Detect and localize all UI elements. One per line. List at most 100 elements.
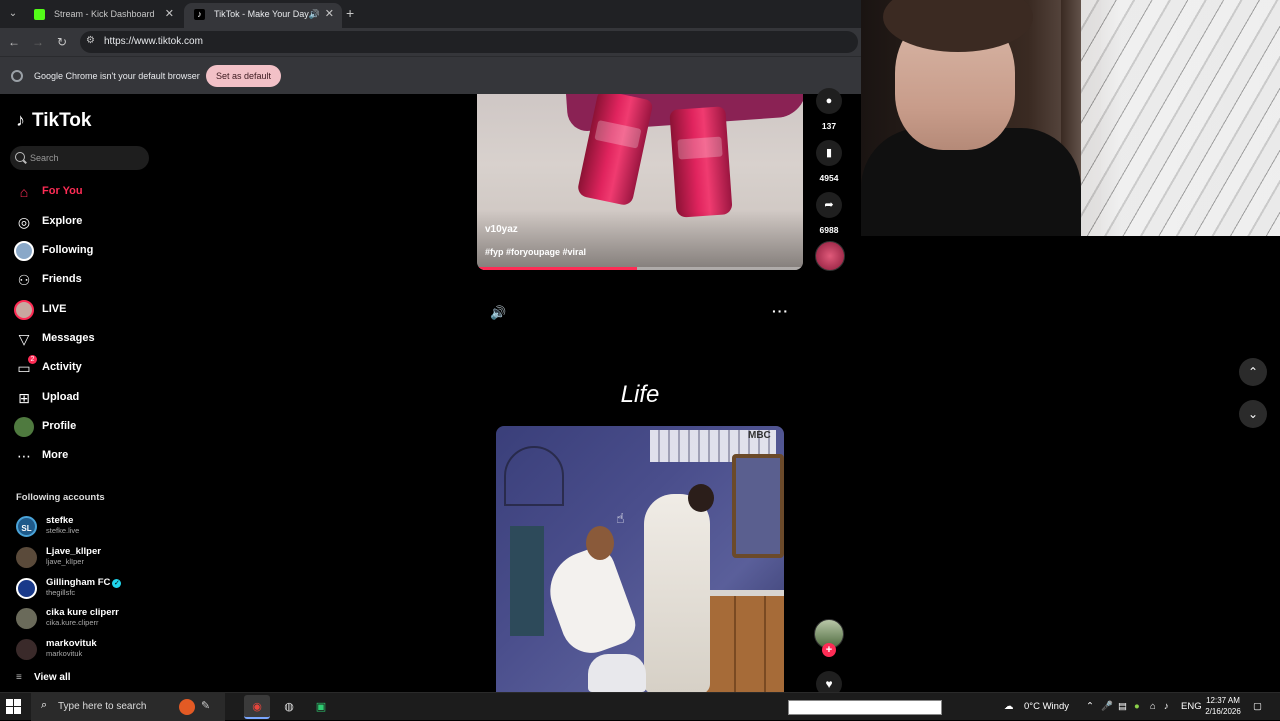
search-highlight-icon <box>179 699 195 715</box>
search-input[interactable] <box>28 150 143 166</box>
close-tab-icon[interactable]: ✕ <box>325 3 334 25</box>
share-arrow-icon: ➦ <box>824 199 834 211</box>
account-handle: markovituk <box>46 649 83 658</box>
taskbar-clock[interactable]: 12:37 AM 2/16/2026 <box>1200 695 1246 717</box>
nav-following[interactable]: Following <box>14 239 214 263</box>
nav-more[interactable]: ⋯ More <box>14 444 214 468</box>
kick-favicon-icon <box>34 9 45 20</box>
nav-for-you[interactable]: ⌂ For You <box>14 180 214 204</box>
following-avatar-icon <box>14 241 34 261</box>
nav-friends[interactable]: ⚇ Friends <box>14 268 214 292</box>
nav-label: Upload <box>42 391 80 403</box>
taskbar-app-green[interactable]: ▣ <box>308 695 334 719</box>
video-description[interactable]: #fyp #foryoupage #viral <box>485 247 586 257</box>
taskbar-obs[interactable]: ◍ <box>276 695 302 719</box>
chevron-up-icon: ⌃ <box>1247 365 1259 379</box>
tab-title: Stream - Kick Dashboard <box>54 9 155 19</box>
video-overlay <box>477 210 803 270</box>
windows-start-icon[interactable] <box>6 699 22 715</box>
taskbar-chrome[interactable]: ◉ <box>244 695 270 719</box>
video-person-man <box>644 494 710 692</box>
infobar-message: Google Chrome isn't your default browser <box>34 71 200 81</box>
nav-label: Messages <box>42 332 95 344</box>
tab-search-icon[interactable]: ⌄ <box>4 6 22 22</box>
video-player-1[interactable]: v10yaz #fyp #foryoupage #viral <box>477 94 803 270</box>
taskbar-search-box[interactable]: ⌕ Type here to search ✎ <box>31 693 225 721</box>
more-options-icon[interactable]: ··· <box>772 303 789 319</box>
video-player-2[interactable]: MBC <box>496 426 784 692</box>
avatar <box>16 608 37 629</box>
tab-kick-dashboard[interactable]: Stream - Kick Dashboard ✕ <box>24 3 182 28</box>
comment-icon: ● <box>825 95 833 107</box>
url-text[interactable]: https://www.tiktok.com <box>104 36 203 47</box>
tiktok-logo[interactable]: ♪ TikTok <box>16 110 91 134</box>
obs-icon: ◍ <box>284 701 294 713</box>
notifications-icon[interactable]: ▢ <box>1253 701 1262 712</box>
back-icon[interactable]: ← <box>6 34 22 50</box>
close-tab-icon[interactable]: ✕ <box>165 3 174 25</box>
nav-upload[interactable]: ⊞ Upload <box>14 386 214 410</box>
verified-badge-icon: ✓ <box>112 579 122 588</box>
nav-live[interactable]: LIVE <box>14 298 214 322</box>
nav-activity[interactable]: ▭ 2 Activity <box>14 355 214 380</box>
reload-icon[interactable]: ↻ <box>54 34 70 50</box>
share-button[interactable]: ➦ <box>816 192 842 218</box>
tray-chevron-icon[interactable]: ⌃ <box>1086 701 1094 712</box>
nav-label: For You <box>42 185 83 197</box>
taskbar-text-field[interactable] <box>788 700 942 715</box>
next-video-button[interactable]: ⌄ <box>1239 400 1267 428</box>
nav-label: LIVE <box>42 303 67 315</box>
volume-tray-icon[interactable]: ♪ <box>1164 701 1169 712</box>
heart-icon: ♥ <box>825 677 833 691</box>
account-markovituk[interactable]: markovituk markovituk <box>16 638 216 664</box>
tab-audio-icon[interactable]: 🔊 <box>309 3 320 25</box>
tab-title: TikTok - Make Your Day <box>214 9 309 19</box>
account-gillingham-fc[interactable]: Gillingham FC ✓ thegillsfc <box>16 577 216 603</box>
previous-video-button[interactable]: ⌃ <box>1239 358 1267 386</box>
tiktok-favicon-icon: ♪ <box>194 9 205 20</box>
volume-icon[interactable]: 🔊 <box>490 305 506 321</box>
tray-app-icon[interactable]: ▤ <box>1118 701 1127 712</box>
comment-count: 137 <box>821 121 837 131</box>
video-author[interactable]: v10yaz <box>485 224 518 235</box>
account-ljave-klipper[interactable]: Ljave_klIper ljave_klIper <box>16 546 216 572</box>
app-green-icon: ▣ <box>315 701 327 713</box>
weather-icon[interactable]: ☁ <box>1004 701 1014 712</box>
view-all-link[interactable]: ≡ View all <box>16 672 71 683</box>
network-icon[interactable]: ⌂ <box>1150 701 1156 712</box>
video-progress-bar[interactable] <box>477 267 803 270</box>
save-button[interactable]: ▮ <box>816 140 842 166</box>
tab-tiktok[interactable]: ♪ TikTok - Make Your Day 🔊 ✕ <box>184 3 342 28</box>
chrome-icon: ◉ <box>252 701 262 713</box>
chrome-icon <box>11 70 23 82</box>
nav-profile[interactable]: Profile <box>14 415 214 439</box>
search-box[interactable] <box>10 146 149 170</box>
account-stefke[interactable]: SL stefke stefke.live <box>16 515 216 541</box>
address-bar[interactable]: ⚙ https://www.tiktok.com <box>80 31 858 53</box>
nav-explore[interactable]: ◎ Explore <box>14 210 214 234</box>
save-count: 4954 <box>819 173 839 183</box>
search-icon <box>15 152 25 162</box>
video-watermark: MBC <box>748 430 771 441</box>
paper-plane-icon: ▽ <box>18 331 30 347</box>
nav-label: More <box>42 449 69 461</box>
tray-green-icon[interactable]: ● <box>1134 701 1140 712</box>
new-tab-button[interactable]: + <box>346 5 354 21</box>
sound-disc-avatar[interactable] <box>815 241 845 271</box>
activity-badge: 2 <box>28 355 37 364</box>
tiktok-note-icon: ♪ <box>16 110 25 130</box>
nav-label: Friends <box>42 273 82 285</box>
site-info-icon[interactable]: ⚙ <box>86 35 95 46</box>
account-handle: stefke.live <box>46 526 80 535</box>
video-person-man-head <box>688 484 714 512</box>
set-as-default-button[interactable]: Set as default <box>206 65 281 87</box>
microphone-icon[interactable]: 🎤 <box>1101 701 1113 712</box>
language-indicator[interactable]: ENG <box>1181 701 1202 712</box>
nav-messages[interactable]: ▽ Messages <box>14 327 214 351</box>
account-cika-kure[interactable]: cika kure cliperr cika.kure.cliperr <box>16 607 216 633</box>
follow-plus-button[interactable]: + <box>822 643 836 657</box>
clock-time: 12:37 AM <box>1206 696 1240 705</box>
forward-icon[interactable]: → <box>30 34 46 50</box>
comment-button[interactable]: ● <box>816 88 842 114</box>
weather-text[interactable]: 0°C Windy <box>1024 701 1069 712</box>
